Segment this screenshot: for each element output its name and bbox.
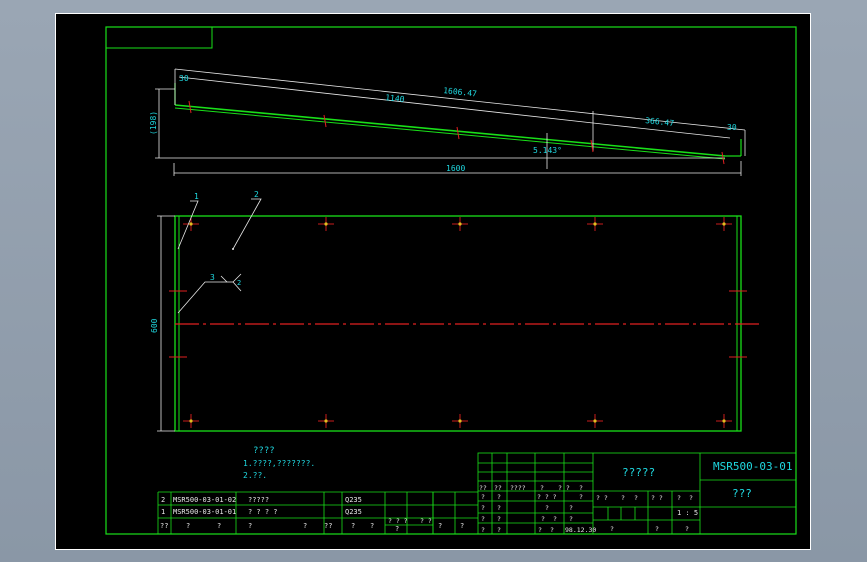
part-code: MSR500-03-01-01: [173, 508, 236, 516]
dim-left-end-label: 30: [179, 74, 189, 83]
hole-centers: [189, 222, 726, 423]
cad-viewport[interactable]: 1606.47 1140 366.47 30 30 (198) 1600 5.1…: [55, 13, 811, 550]
svg-text:?: ?: [540, 484, 544, 492]
svg-text:?: ?: [437, 536, 438, 537]
parts-row-2: 2 MSR500-03-01-02 ????? Q235: [161, 496, 362, 504]
svg-text:?: ?: [481, 504, 485, 512]
svg-text:?: ?: [677, 494, 681, 502]
svg-text:?: ?: [545, 504, 549, 512]
svg-text:? ?: ? ?: [420, 517, 432, 525]
drawing-number: MSR500-03-01: [713, 460, 792, 473]
dim-seg1-label: 1140: [385, 93, 405, 104]
dim-seg2-label: 366.47: [645, 116, 675, 128]
part-code: MSR500-03-01-02: [173, 496, 236, 504]
plate-bottom-edge: [174, 107, 726, 160]
drawing-date: 98.12.30: [565, 526, 596, 534]
sheet-border: [55, 13, 811, 550]
part-material: Q235: [345, 508, 362, 516]
svg-text:?: ?: [550, 526, 554, 534]
svg-text:?: ?: [579, 484, 583, 492]
svg-text:?: ?: [460, 522, 464, 530]
svg-text:?: ?: [438, 522, 442, 530]
svg-text:??: ??: [479, 484, 487, 492]
notes-line-1: 1.????,???????.: [243, 459, 315, 468]
leader-2: [232, 198, 262, 250]
svg-text:? ?: ? ?: [651, 494, 663, 502]
dim-base-label: 1600: [446, 164, 465, 173]
callout-2: 2: [254, 190, 259, 199]
svg-text:?: ?: [497, 504, 501, 512]
plate-top-edge: [174, 104, 726, 157]
drawing-sheet: 1606.47 1140 366.47 30 30 (198) 1600 5.1…: [55, 13, 811, 550]
svg-text:?: ?: [497, 526, 501, 534]
part-no: 1: [161, 508, 165, 516]
svg-text:?: ?: [481, 493, 485, 501]
svg-text:? ? ?: ? ? ?: [388, 517, 408, 525]
svg-text:?: ?: [538, 526, 542, 534]
svg-text:?: ?: [481, 526, 485, 534]
svg-text:? ? ?: ? ? ?: [537, 493, 557, 501]
parts-list-side-cells: [432, 492, 456, 534]
plan-view: 600 1 2 3 2: [150, 190, 761, 432]
hole-marks: [169, 217, 747, 428]
svg-text:?: ?: [685, 525, 689, 533]
dim-total-label: 1606.47: [443, 86, 478, 98]
svg-text:?: ?: [186, 522, 190, 530]
svg-text:??: ??: [494, 484, 502, 492]
svg-text:?: ?: [569, 515, 573, 523]
svg-text:?: ?: [248, 522, 252, 530]
svg-text:?: ?: [497, 515, 501, 523]
weld-note: 2: [237, 279, 241, 287]
leader-1: [177, 200, 199, 250]
svg-text:?: ?: [217, 522, 221, 530]
reversed-title-box: [105, 26, 213, 49]
notes-heading: ????: [253, 446, 275, 456]
svg-text:?: ?: [497, 493, 501, 501]
dim-angle-label: 5.143°: [533, 146, 562, 155]
svg-text:?: ?: [395, 525, 399, 533]
title-name: ?????: [622, 466, 655, 479]
scale-value: 1 : 5: [677, 509, 698, 517]
callout-1: 1: [194, 192, 199, 201]
svg-text:?: ?: [303, 522, 307, 530]
svg-text:????: ????: [510, 484, 526, 492]
dim-width-label: 600: [150, 318, 159, 333]
svg-text:?: ?: [610, 525, 614, 533]
svg-text:? ?: ? ?: [596, 494, 608, 502]
part-name: ?????: [248, 496, 269, 504]
svg-text:?: ?: [370, 522, 374, 530]
svg-text:? ?: ? ?: [558, 484, 570, 492]
svg-text:?: ?: [351, 522, 355, 530]
svg-text:?: ?: [541, 515, 545, 523]
svg-text:??: ??: [160, 522, 168, 530]
notes-line-2: 2.??.: [243, 471, 267, 480]
svg-text:?: ?: [655, 525, 659, 533]
dim-height-label: (198): [149, 111, 158, 135]
svg-text:?: ?: [569, 504, 573, 512]
callout-3: 3: [210, 273, 215, 282]
svg-text:?: ?: [621, 494, 625, 502]
part-material: Q235: [345, 496, 362, 504]
svg-text:?: ?: [481, 515, 485, 523]
parts-header: ?? ? ? ? ? ?? ? ? ? ? ?: [160, 522, 464, 533]
svg-text:?: ?: [457, 536, 458, 537]
svg-text:?: ?: [579, 493, 583, 501]
technical-notes: ???? 1.????,???????. 2.??.: [243, 446, 315, 480]
side-view: 1606.47 1140 366.47 30 30 (198) 1600 5.1…: [149, 68, 746, 176]
svg-text:?: ?: [634, 494, 638, 502]
svg-text:??: ??: [324, 522, 332, 530]
svg-text:?: ?: [689, 494, 693, 502]
part-no: 2: [161, 496, 165, 504]
part-name: ? ? ? ?: [248, 508, 278, 516]
svg-text:?: ?: [553, 515, 557, 523]
dim-right-end-label: 30: [727, 123, 737, 132]
leader-3: [177, 281, 221, 314]
parts-row-1: 1 MSR500-03-01-01 ? ? ? ? Q235: [161, 508, 362, 516]
title-sub: ???: [732, 487, 752, 500]
